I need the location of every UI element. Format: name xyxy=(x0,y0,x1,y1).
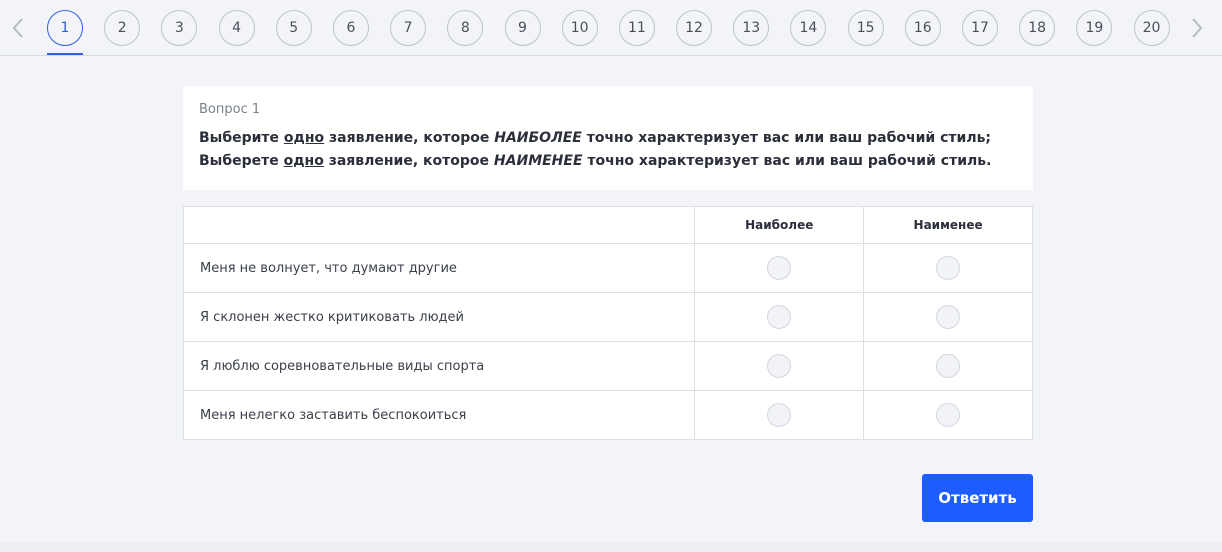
question-card: Вопрос 1 Выберите одно заявление, которо… xyxy=(183,86,1033,190)
text-segment: заявление, которое xyxy=(323,153,494,169)
question-number-19[interactable]: 19 xyxy=(1076,10,1113,46)
radio-most[interactable] xyxy=(767,354,792,378)
underlined-word: одно xyxy=(283,130,325,146)
header-most: Наиболее xyxy=(694,206,865,244)
radio-cell-most xyxy=(694,243,865,293)
radio-least[interactable] xyxy=(936,403,961,427)
answer-grid-header: Наиболее Наименее xyxy=(182,206,1033,244)
question-number-15[interactable]: 15 xyxy=(847,10,884,46)
question-number-6[interactable]: 6 xyxy=(332,10,369,46)
emphasis-word: НАИМЕНЕЕ xyxy=(493,153,583,169)
statement-text: Меня нелегко заставить беспокоиться xyxy=(182,390,696,440)
header-empty xyxy=(182,206,696,244)
question-number-13[interactable]: 13 xyxy=(733,10,770,46)
emphasis-word: НАИБОЛЕЕ xyxy=(494,130,582,146)
question-line-least: Выберете одно заявление, которое НАИМЕНЕ… xyxy=(199,150,1017,173)
question-text: Выберите одно заявление, которое НАИБОЛЕ… xyxy=(199,127,1017,173)
question-number-1[interactable]: 1 xyxy=(47,10,83,55)
statement-text: Я склонен жестко критиковать людей xyxy=(182,292,696,342)
chevron-right-icon[interactable] xyxy=(1187,14,1207,42)
text-segment: Выберите xyxy=(199,130,284,146)
table-row: Я люблю соревновательные виды спорта xyxy=(182,341,1033,391)
question-number-list: 1 2 3 4 5 6 7 8 9 10 11 12 13 14 15 16 1… xyxy=(47,10,1170,55)
table-row: Меня не волнует, что думают другие xyxy=(182,243,1033,293)
header-least: Наименее xyxy=(863,206,1033,244)
radio-cell-least xyxy=(863,243,1033,293)
question-number-3[interactable]: 3 xyxy=(161,10,198,46)
radio-most[interactable] xyxy=(767,256,792,280)
table-row: Меня нелегко заставить беспокоиться xyxy=(182,390,1033,440)
question-number-7[interactable]: 7 xyxy=(390,10,427,46)
bottom-divider xyxy=(0,543,1222,552)
question-navigation-bar: 1 2 3 4 5 6 7 8 9 10 11 12 13 14 15 16 1… xyxy=(0,0,1222,56)
question-number-4[interactable]: 4 xyxy=(218,10,255,46)
text-segment: Выберете xyxy=(199,153,284,169)
underlined-word: одно xyxy=(283,153,324,169)
radio-cell-most xyxy=(694,292,865,342)
submit-answer-button[interactable]: Ответить xyxy=(922,474,1033,522)
answer-grid: Наиболее Наименее Меня не волнует, что д… xyxy=(182,206,1033,440)
radio-cell-least xyxy=(863,390,1033,440)
text-segment: точно характеризует вас или ваш рабочий … xyxy=(581,130,992,146)
question-number-12[interactable]: 12 xyxy=(676,10,713,46)
statement-text: Меня не волнует, что думают другие xyxy=(182,243,696,293)
text-segment: заявление, которое xyxy=(324,130,495,146)
question-number-8[interactable]: 8 xyxy=(447,10,484,46)
question-number-11[interactable]: 11 xyxy=(618,10,655,46)
question-number-14[interactable]: 14 xyxy=(790,10,827,46)
radio-most[interactable] xyxy=(767,403,792,427)
question-number-9[interactable]: 9 xyxy=(504,10,541,46)
radio-cell-most xyxy=(694,341,865,391)
chevron-left-icon[interactable] xyxy=(8,14,28,42)
question-number-16[interactable]: 16 xyxy=(904,10,941,46)
question-number-2[interactable]: 2 xyxy=(104,10,141,46)
question-line-most: Выберите одно заявление, которое НАИБОЛЕ… xyxy=(199,127,1017,150)
text-segment: точно характеризует вас или ваш рабочий … xyxy=(582,153,992,169)
radio-most[interactable] xyxy=(767,305,792,329)
question-number-18[interactable]: 18 xyxy=(1019,10,1056,46)
radio-cell-least xyxy=(863,341,1033,391)
radio-least[interactable] xyxy=(936,256,961,280)
question-number-17[interactable]: 17 xyxy=(962,10,998,46)
radio-cell-least xyxy=(863,292,1033,342)
statement-text: Я люблю соревновательные виды спорта xyxy=(182,341,696,391)
question-number-20[interactable]: 20 xyxy=(1133,10,1170,46)
question-number-5[interactable]: 5 xyxy=(275,10,312,46)
question-number-10[interactable]: 10 xyxy=(561,10,598,46)
table-row: Я склонен жестко критиковать людей xyxy=(182,292,1033,342)
question-label: Вопрос 1 xyxy=(199,102,261,117)
radio-cell-most xyxy=(694,390,865,440)
radio-least[interactable] xyxy=(936,305,961,329)
radio-least[interactable] xyxy=(936,354,961,378)
